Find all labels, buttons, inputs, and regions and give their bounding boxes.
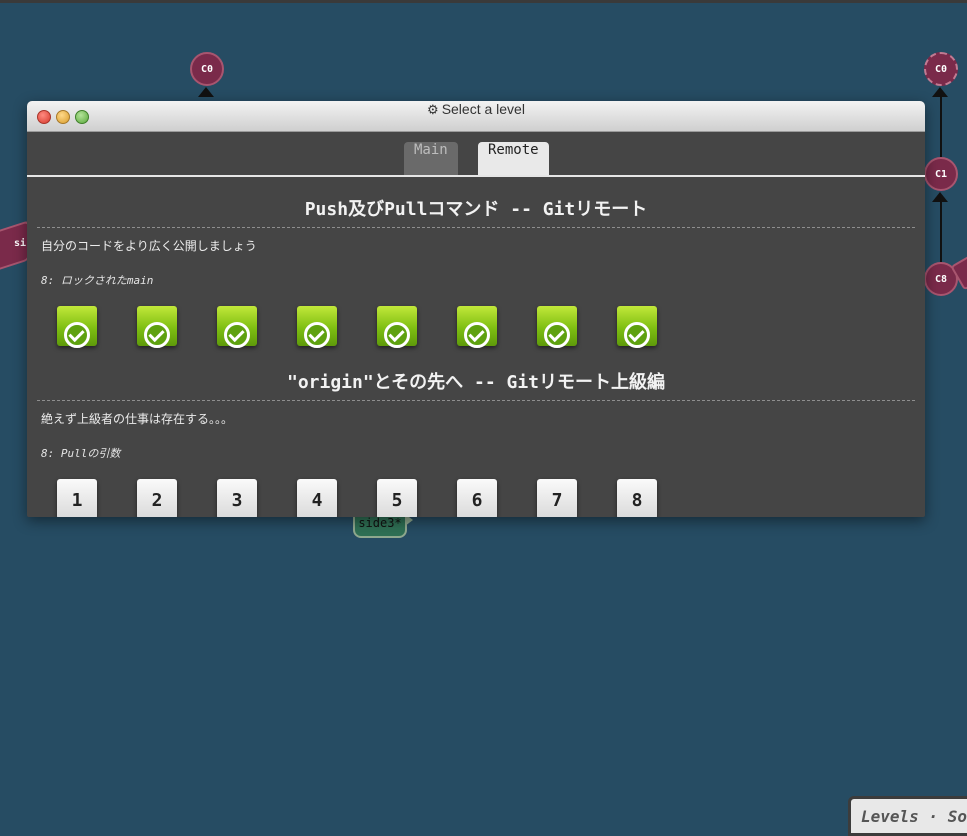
window-title: Select a level bbox=[441, 101, 525, 117]
level-select-window: ⚙ Select a level Main Remote Push及びPullコマ… bbox=[27, 101, 925, 517]
commit-node-c0-left[interactable]: C0 bbox=[190, 52, 224, 86]
level-button[interactable]: 4 bbox=[297, 479, 337, 517]
branch-tag-left-label: si bbox=[14, 238, 27, 249]
section-description: 絶えず上級者の仕事は存在する。。。 bbox=[41, 412, 234, 426]
level-button[interactable]: 6 bbox=[457, 479, 497, 517]
edge-line bbox=[940, 96, 942, 158]
level-row: 1 2 3 4 5 6 7 8 bbox=[27, 479, 925, 517]
level-button-completed[interactable] bbox=[57, 306, 97, 348]
section-subtitle: 8: ロックされたmain bbox=[41, 274, 154, 287]
level-button-completed[interactable] bbox=[457, 306, 497, 348]
level-section-remote-advanced: "origin"とその先へ -- Gitリモート上級編 絶えず上級者の仕事は存在… bbox=[27, 364, 925, 517]
gear-icon: ⚙ bbox=[427, 102, 439, 117]
level-button-completed[interactable] bbox=[137, 306, 177, 348]
window-titlebar: ⚙ Select a level bbox=[27, 101, 925, 132]
checkmark-icon bbox=[464, 322, 490, 348]
minimize-window-button[interactable] bbox=[56, 110, 70, 124]
level-button-completed[interactable] bbox=[297, 306, 337, 348]
section-subtitle: 8: Pullの引数 bbox=[41, 447, 121, 460]
level-button-completed[interactable] bbox=[217, 306, 257, 348]
level-button[interactable]: 7 bbox=[537, 479, 577, 517]
checkmark-icon bbox=[64, 322, 90, 348]
level-button[interactable]: 2 bbox=[137, 479, 177, 517]
checkmark-icon bbox=[544, 322, 570, 348]
level-button[interactable]: 1 bbox=[57, 479, 97, 517]
level-button[interactable]: 3 bbox=[217, 479, 257, 517]
level-button-completed[interactable] bbox=[537, 306, 577, 348]
level-button-completed[interactable] bbox=[377, 306, 417, 348]
level-button-completed[interactable] bbox=[617, 306, 657, 348]
close-window-button[interactable] bbox=[37, 110, 51, 124]
tab-main[interactable]: Main bbox=[404, 142, 458, 175]
level-row bbox=[27, 306, 925, 364]
checkmark-icon bbox=[144, 322, 170, 348]
level-button[interactable]: 8 bbox=[617, 479, 657, 517]
commit-node-c0-right[interactable]: C0 bbox=[924, 52, 958, 86]
level-section-remote: Push及びPullコマンド -- Gitリモート 自分のコードをより広く公開し… bbox=[27, 177, 925, 364]
top-border bbox=[0, 0, 967, 3]
section-title: Push及びPullコマンド -- Gitリモート bbox=[37, 177, 915, 228]
arrow-up-icon bbox=[198, 87, 214, 97]
section-title: "origin"とその先へ -- Gitリモート上級編 bbox=[37, 364, 915, 401]
section-description: 自分のコードをより広く公開しましょう bbox=[41, 239, 257, 253]
levels-solution-bar[interactable]: Levels · Solu bbox=[848, 796, 967, 836]
edge-line bbox=[940, 201, 942, 263]
tab-remote[interactable]: Remote bbox=[478, 142, 549, 175]
checkmark-icon bbox=[304, 322, 330, 348]
checkmark-icon bbox=[384, 322, 410, 348]
sequence-tabs: Main Remote bbox=[27, 132, 925, 177]
commit-node-c1-right[interactable]: C1 bbox=[924, 157, 958, 191]
level-button[interactable]: 5 bbox=[377, 479, 417, 517]
maximize-window-button[interactable] bbox=[75, 110, 89, 124]
checkmark-icon bbox=[624, 322, 650, 348]
checkmark-icon bbox=[224, 322, 250, 348]
